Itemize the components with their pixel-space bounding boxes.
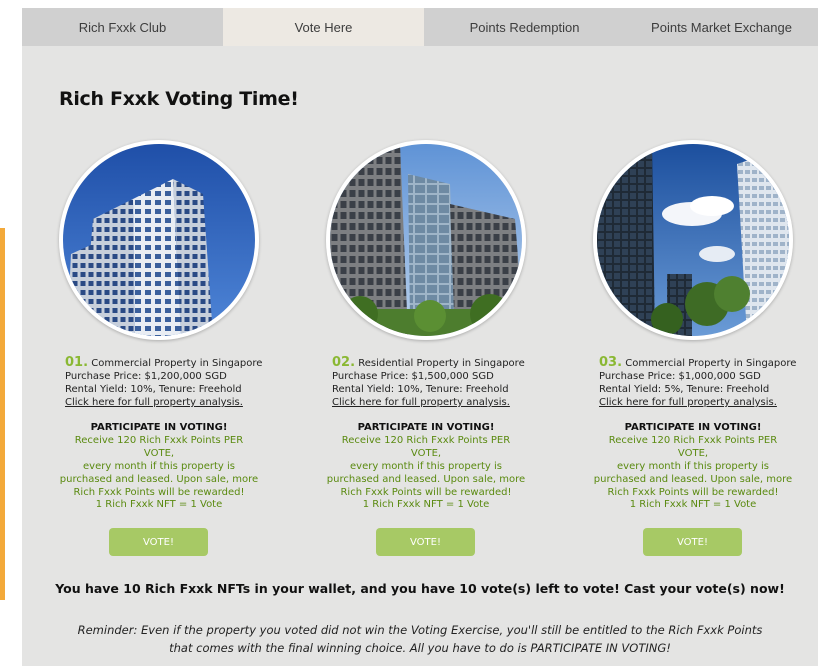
wallet-votes-message: You have 10 Rich Fxxk NFTs in your walle…	[55, 581, 785, 596]
office-tower-image	[63, 144, 255, 336]
participate-heading: PARTICIPATE IN VOTING!	[357, 422, 495, 433]
property-card-1: 01. Commercial Property in Singapore Pur…	[59, 138, 289, 558]
participate-info-2: PARTICIPATE IN VOTING! Receive 120 Rich …	[326, 421, 526, 499]
participate-line: every month if this property is	[83, 461, 235, 472]
property-card-3: 03. Commercial Property in Singapore Pur…	[593, 138, 823, 558]
property-price: Purchase Price: $1,500,000 SGD	[332, 371, 494, 382]
participate-info-3: PARTICIPATE IN VOTING! Receive 120 Rich …	[593, 421, 793, 499]
tab-points-redemption[interactable]: Points Redemption	[424, 8, 625, 46]
participate-line: Rich Fxxk Points will be rewarded!	[73, 487, 245, 498]
participate-line: Receive 120 Rich Fxxk Points PER VOTE,	[341, 435, 511, 459]
vote-button-2[interactable]: VOTE!	[376, 528, 475, 556]
participate-line: every month if this property is	[617, 461, 769, 472]
nft-vote-rule: 1 Rich Fxxk NFT = 1 Vote	[95, 499, 223, 510]
participate-line: purchased and leased. Upon sale, more	[326, 474, 526, 485]
top-navigation: Rich Fxxk Club Vote Here Points Redempti…	[22, 8, 818, 46]
property-card-2: 02. Residential Property in Singapore Pu…	[326, 138, 556, 558]
reminder-line-1: Reminder: Even if the property you voted…	[77, 623, 763, 637]
property-yield: Rental Yield: 10%, Tenure: Freehold	[332, 384, 509, 395]
glass-buildings-image	[330, 144, 522, 336]
tab-vote-here[interactable]: Vote Here	[223, 8, 424, 46]
skyscrapers-trees-image	[597, 144, 789, 336]
participate-heading: PARTICIPATE IN VOTING!	[90, 422, 228, 433]
property-price: Purchase Price: $1,000,000 SGD	[599, 371, 761, 382]
participate-line: Rich Fxxk Points will be rewarded!	[340, 487, 512, 498]
reminder-line-2: that comes with the final winning choice…	[169, 641, 671, 655]
participate-line: Receive 120 Rich Fxxk Points PER VOTE,	[74, 435, 244, 459]
property-info-2: 02. Residential Property in Singapore Pu…	[332, 356, 556, 409]
property-type: Commercial Property in Singapore	[91, 358, 263, 369]
vote-button-1[interactable]: VOTE!	[109, 528, 208, 556]
side-accent-strip	[0, 228, 5, 600]
glass-buildings-photo	[326, 140, 526, 340]
participate-line: purchased and leased. Upon sale, more	[59, 474, 259, 485]
skyscrapers-trees-photo	[593, 140, 793, 340]
reminder-note: Reminder: Even if the property you voted…	[62, 621, 778, 657]
office-tower-photo	[59, 140, 259, 340]
participate-line: every month if this property is	[350, 461, 502, 472]
nft-vote-rule: 1 Rich Fxxk NFT = 1 Vote	[362, 499, 490, 510]
participate-line: Receive 120 Rich Fxxk Points PER VOTE,	[608, 435, 778, 459]
property-info-3: 03. Commercial Property in Singapore Pur…	[599, 356, 823, 409]
page-title: Rich Fxxk Voting Time!	[59, 88, 299, 110]
vote-button-3[interactable]: VOTE!	[643, 528, 742, 556]
property-number: 03.	[599, 355, 623, 370]
property-yield: Rental Yield: 10%, Tenure: Freehold	[65, 384, 242, 395]
property-yield: Rental Yield: 5%, Tenure: Freehold	[599, 384, 770, 395]
property-info-1: 01. Commercial Property in Singapore Pur…	[65, 356, 289, 409]
property-price: Purchase Price: $1,200,000 SGD	[65, 371, 227, 382]
property-number: 02.	[332, 355, 356, 370]
property-analysis-link[interactable]: Click here for full property analysis.	[599, 396, 823, 409]
tab-rich-fxxk-club[interactable]: Rich Fxxk Club	[22, 8, 223, 46]
participate-heading: PARTICIPATE IN VOTING!	[624, 422, 762, 433]
participate-line: purchased and leased. Upon sale, more	[593, 474, 793, 485]
property-analysis-link[interactable]: Click here for full property analysis.	[65, 396, 289, 409]
participate-info-1: PARTICIPATE IN VOTING! Receive 120 Rich …	[59, 421, 259, 499]
property-number: 01.	[65, 355, 89, 370]
property-type: Commercial Property in Singapore	[625, 358, 797, 369]
participate-line: Rich Fxxk Points will be rewarded!	[607, 487, 779, 498]
property-type: Residential Property in Singapore	[358, 358, 525, 369]
property-analysis-link[interactable]: Click here for full property analysis.	[332, 396, 556, 409]
nft-vote-rule: 1 Rich Fxxk NFT = 1 Vote	[629, 499, 757, 510]
tab-points-market-exchange[interactable]: Points Market Exchange	[625, 8, 818, 46]
main-panel: Rich Fxxk Club Vote Here Points Redempti…	[22, 8, 818, 666]
